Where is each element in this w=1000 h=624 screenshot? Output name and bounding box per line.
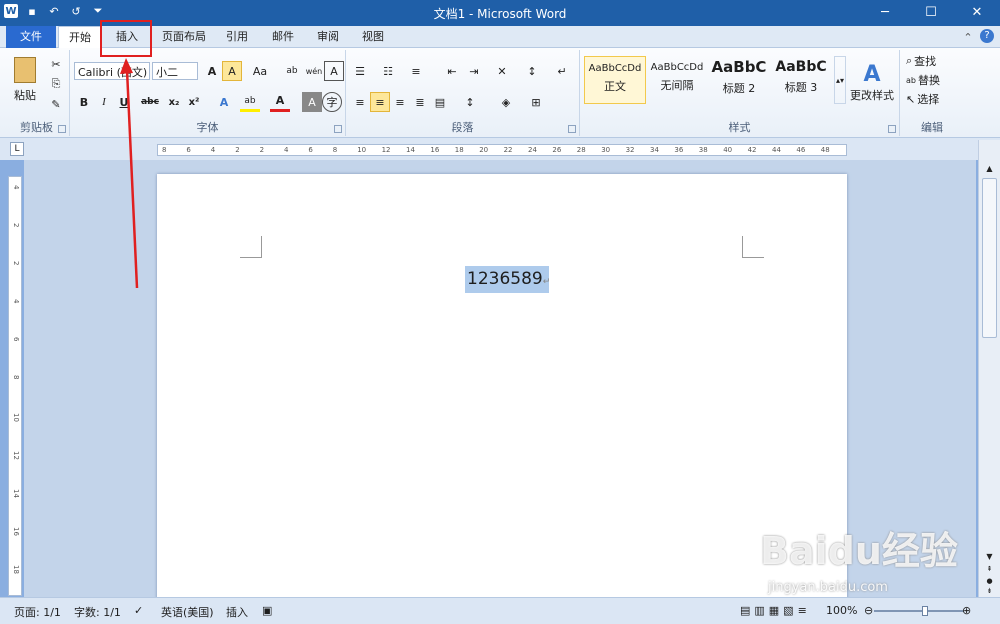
arrow-head (120, 58, 133, 74)
watermark-brand: Baidu经验 (760, 529, 958, 573)
watermark-url: jingyan.baidu.com (768, 580, 888, 595)
arrow-shaft (125, 69, 139, 289)
